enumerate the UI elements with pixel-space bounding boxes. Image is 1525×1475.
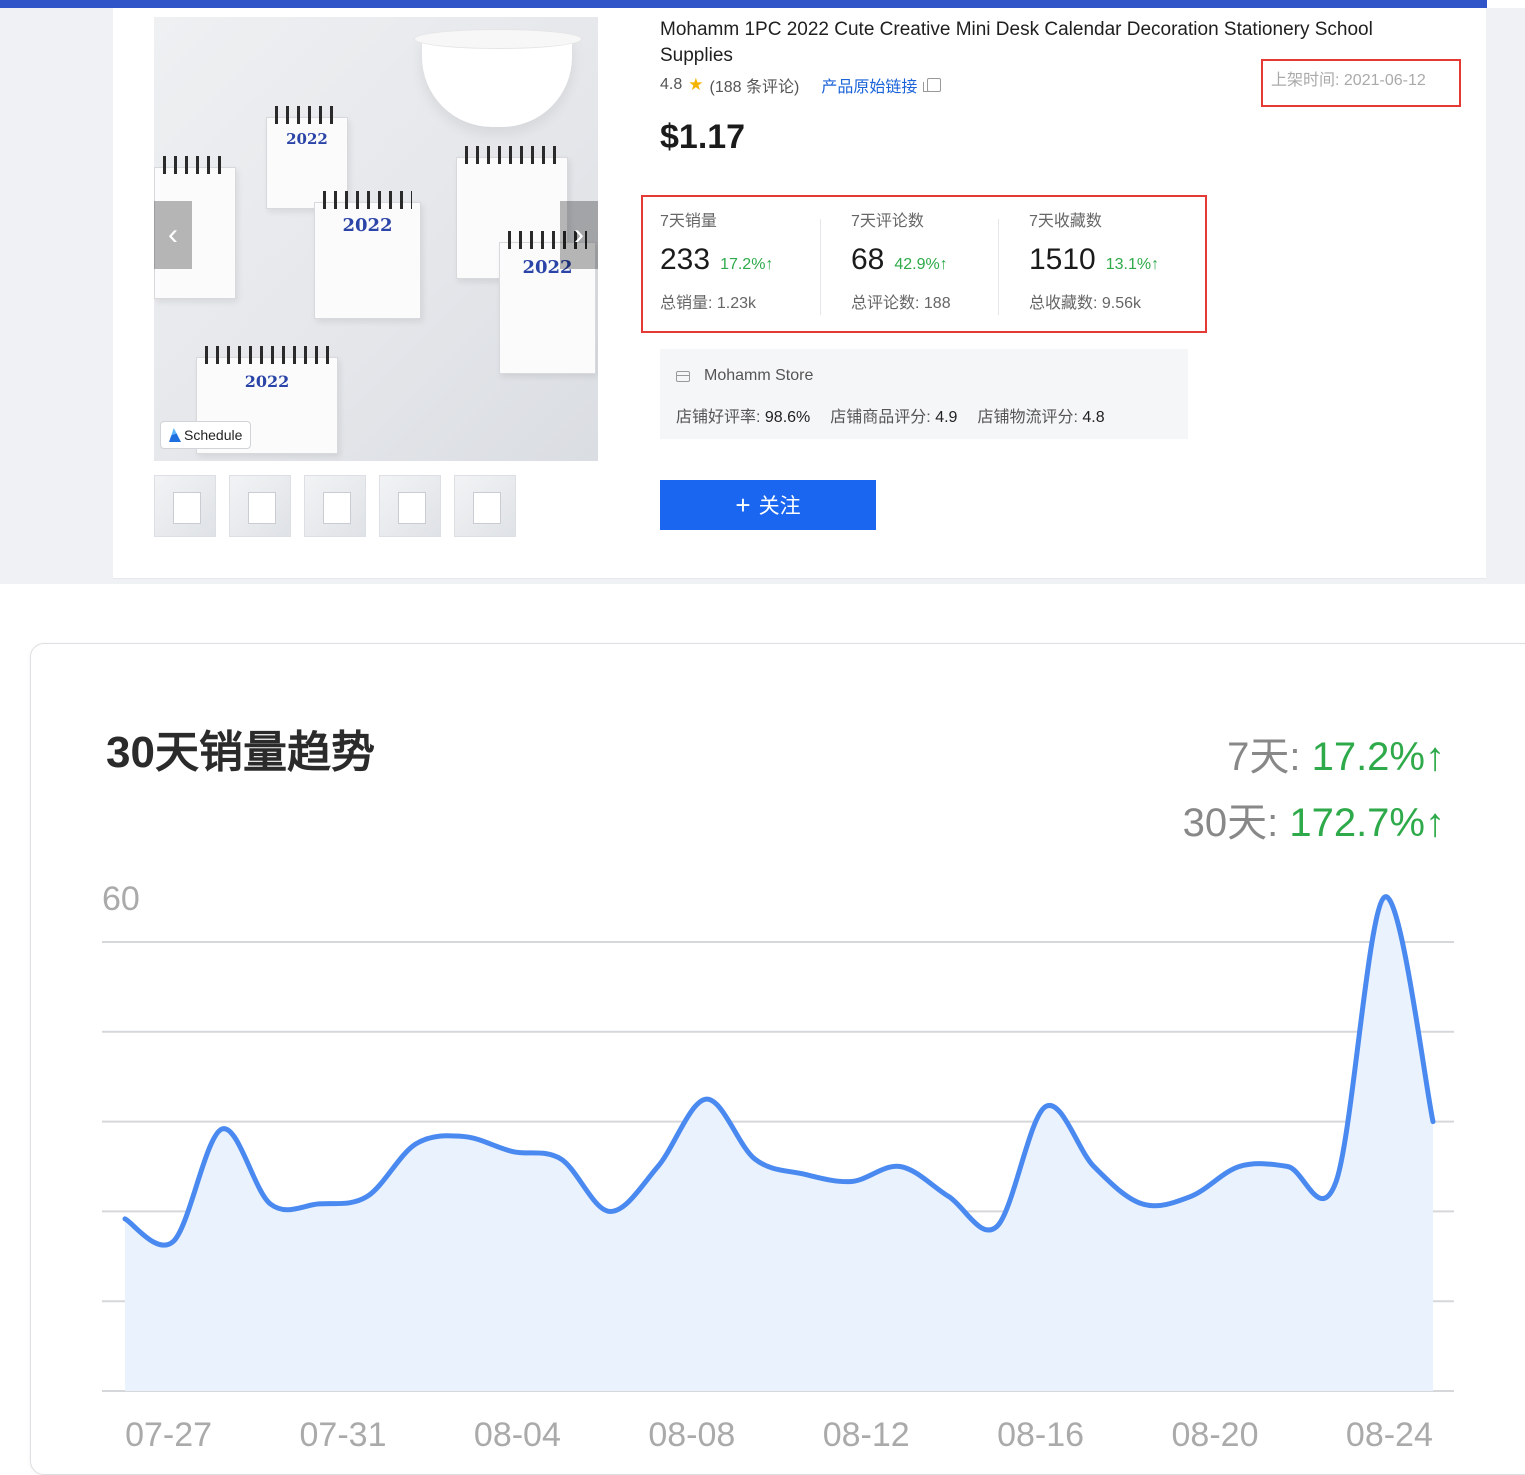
schedule-label: Schedule	[184, 427, 243, 443]
review-count: (188 条评论)	[709, 79, 800, 96]
next-image-button[interactable]: ›	[560, 201, 598, 269]
calendar-graphic: 2022	[314, 191, 421, 319]
rating-value: 4.8	[660, 76, 683, 93]
trend-7day-value: 17.2%↑	[1311, 735, 1445, 779]
stat-value: 1510	[1029, 243, 1096, 276]
trend-30day-value: 172.7%↑	[1289, 801, 1445, 845]
trend-30day: 30天: 172.7%↑	[1183, 790, 1445, 848]
trend-30day-label: 30天:	[1182, 801, 1290, 845]
cup-graphic	[414, 29, 582, 127]
top-nav-bar	[0, 0, 1487, 8]
stat-total: 总评论数: 188	[851, 295, 951, 312]
store-positive-rate: 店铺好评率: 98.6%	[676, 409, 811, 426]
stats-panel: 7天销量 233 17.2%↑ 总销量: 1.23k 7天评论数 68 42.9%↑…	[641, 195, 1207, 333]
store-icon	[676, 370, 690, 382]
stat-favorites: 7天收藏数 1510 13.1%↑ 总收藏数: 9.56k	[1029, 207, 1209, 313]
thumbnail-1[interactable]	[154, 475, 216, 537]
stat-value: 233	[660, 243, 711, 276]
stat-change: 42.9%↑	[894, 256, 948, 273]
trend-title: 30天销量趋势	[106, 728, 375, 777]
store-product-score: 店铺商品评分: 4.9	[830, 409, 958, 426]
launch-date: 上架时间: 2021-06-12	[1261, 59, 1461, 107]
plus-icon: +	[735, 490, 751, 520]
trend-7day: 7天: 17.2%↑	[1227, 724, 1445, 782]
follow-button[interactable]: + 关注	[660, 480, 876, 530]
stat-divider	[998, 219, 999, 315]
schedule-badge[interactable]: Schedule	[160, 421, 252, 449]
stat-total: 总销量: 1.23k	[660, 295, 757, 312]
stat-change: 13.1%↑	[1105, 256, 1160, 273]
stat-label: 7天评论数	[851, 213, 924, 230]
stat-change: 17.2%↑	[720, 256, 774, 273]
stat-total: 总收藏数: 9.56k	[1029, 295, 1142, 312]
stat-value: 68	[851, 243, 885, 276]
follow-label: 关注	[758, 495, 801, 518]
product-main-image[interactable]: 2022 2022 2022 2022 ‹ ›	[154, 17, 598, 461]
prev-image-button[interactable]: ‹	[154, 201, 192, 269]
rating-row: 4.8 ★ (188 条评论) 产品原始链接	[660, 73, 942, 97]
store-ratings: 店铺好评率: 98.6% 店铺商品评分: 4.9 店铺物流评分: 4.8	[676, 403, 1105, 427]
stat-label: 7天收藏数	[1029, 213, 1102, 230]
original-link[interactable]: 产品原始链接	[821, 73, 917, 97]
store-info: Mohamm Store 店铺好评率: 98.6% 店铺商品评分: 4.9 店铺…	[660, 349, 1188, 439]
thumbnail-2[interactable]	[229, 475, 291, 537]
stat-label: 7天销量	[660, 213, 717, 230]
schedule-icon	[169, 428, 181, 442]
product-price: $1.17	[660, 118, 746, 156]
star-icon: ★	[688, 75, 704, 94]
stat-divider	[820, 219, 821, 315]
stat-sales: 7天销量 233 17.2%↑ 总销量: 1.23k	[660, 207, 840, 313]
stat-reviews: 7天评论数 68 42.9%↑ 总评论数: 188	[851, 207, 1031, 313]
thumbnail-5[interactable]	[454, 475, 516, 537]
trend-7day-label: 7天:	[1227, 735, 1312, 779]
store-name-row[interactable]: Mohamm Store	[676, 367, 813, 385]
store-name[interactable]: Mohamm Store	[704, 367, 813, 385]
copy-icon[interactable]	[923, 78, 942, 92]
store-logistics-score: 店铺物流评分: 4.8	[977, 409, 1105, 426]
thumbnail-strip	[154, 475, 516, 537]
thumbnail-4[interactable]	[379, 475, 441, 537]
thumbnail-3[interactable]	[304, 475, 366, 537]
